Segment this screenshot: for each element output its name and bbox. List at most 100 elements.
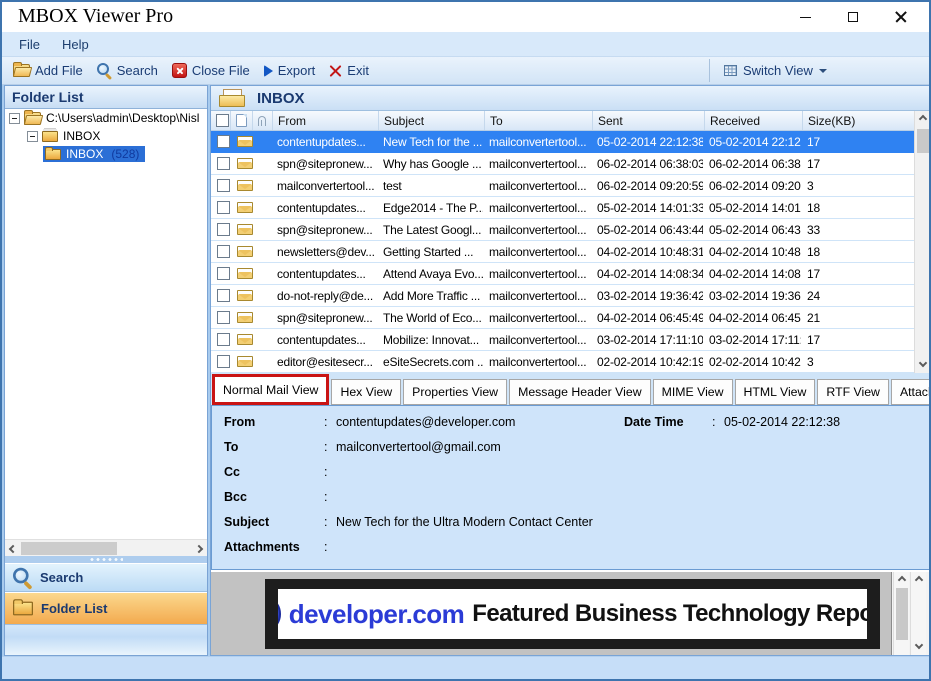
scroll-down-arrow[interactable] <box>915 357 931 373</box>
cell-sent: 05-02-2014 06:43:44 <box>591 219 703 240</box>
tab-attachments[interactable]: Attachments <box>891 379 931 405</box>
open-envelope-icon <box>237 356 253 367</box>
mail-list-scrollbar[interactable] <box>914 111 930 373</box>
column-header-from[interactable]: From <box>273 111 379 130</box>
tab-message-header-view[interactable]: Message Header View <box>509 379 651 405</box>
menu-item-help[interactable]: Help <box>51 35 100 54</box>
tree-item-inbox[interactable]: INBOX(528) <box>5 145 207 163</box>
column-header-to[interactable]: To <box>485 111 593 130</box>
mail-row[interactable]: spn@sitepronew...Why has Google ...mailc… <box>211 153 914 175</box>
tab-mime-view[interactable]: MIME View <box>653 379 733 405</box>
tree-horizontal-scrollbar[interactable] <box>5 539 207 556</box>
cell-subject: Mobilize: Innovat... <box>377 329 483 350</box>
tab-properties-view[interactable]: Properties View <box>403 379 507 405</box>
body-inner-scrollbar[interactable] <box>893 572 909 655</box>
row-checkbox[interactable] <box>217 201 230 214</box>
switch-view-button[interactable]: Switch View <box>716 57 835 84</box>
tree-item-label: C:\Users\admin\Desktop\Nisl <box>46 111 199 125</box>
mail-row[interactable]: mailconvertertool...testmailconvertertoo… <box>211 175 914 197</box>
cell-to: mailconvertertool... <box>483 351 591 372</box>
toolbar-search-button[interactable]: Search <box>90 59 165 83</box>
tree-item-c-users-admin-desktop-nisl[interactable]: C:\Users\admin\Desktop\Nisl <box>5 109 207 127</box>
scroll-up-arrow[interactable] <box>911 572 927 588</box>
toolbar-add-file-button[interactable]: Add File <box>6 59 90 83</box>
row-checkbox[interactable] <box>217 267 230 280</box>
scroll-up-arrow[interactable] <box>894 572 910 588</box>
row-checkbox[interactable] <box>217 245 230 258</box>
row-checkbox[interactable] <box>217 135 230 148</box>
splitter-handle[interactable] <box>5 556 207 563</box>
scroll-thumb[interactable] <box>21 542 117 555</box>
body-outer-scrollbar[interactable] <box>910 572 926 655</box>
row-checkbox-cell <box>211 131 231 152</box>
mail-row[interactable]: contentupdates...Attend Avaya Evo...mail… <box>211 263 914 285</box>
column-header-sent[interactable]: Sent <box>593 111 705 130</box>
cell-sent: 04-02-2014 14:08:34 <box>591 263 703 284</box>
mail-row[interactable]: contentupdates...Edge2014 - The P...mail… <box>211 197 914 219</box>
nav-search-button[interactable]: Search <box>5 563 207 592</box>
maximize-button[interactable] <box>829 2 877 32</box>
select-all-checkbox[interactable] <box>216 114 229 127</box>
mail-row[interactable]: spn@sitepronew...The Latest Googl...mail… <box>211 219 914 241</box>
field-to: To:mailconvertertool@gmail.com <box>224 440 929 465</box>
mail-row[interactable]: do-not-reply@de...Add More Traffic ...ma… <box>211 285 914 307</box>
developer-banner[interactable]: d developer.com Featured Business Techno… <box>265 579 880 649</box>
scroll-up-arrow[interactable] <box>915 111 931 127</box>
tree-item-inbox[interactable]: INBOX <box>5 127 207 145</box>
cell-size: 17 <box>801 153 914 174</box>
open-envelope-icon <box>237 312 253 323</box>
tab-hex-view[interactable]: Hex View <box>331 379 401 405</box>
tab-normal-mail-view[interactable]: Normal Mail View <box>212 374 329 405</box>
paperclip-icon <box>258 116 266 126</box>
toolbar-export-button[interactable]: Export <box>257 59 323 83</box>
mail-row[interactable]: newsletters@dev...Getting Started ...mai… <box>211 241 914 263</box>
toolbar-export-label: Export <box>278 63 316 78</box>
toolbar-exit-label: Exit <box>347 63 369 78</box>
cell-to: mailconvertertool... <box>483 241 591 262</box>
cell-received: 06-02-2014 06:38:... <box>703 153 801 174</box>
column-header-subject[interactable]: Subject <box>379 111 485 130</box>
scroll-left-arrow[interactable] <box>5 540 21 557</box>
nav-folder-list-button[interactable]: Folder List <box>5 592 207 625</box>
mail-row[interactable]: editor@esitesecr...eSiteSecrets.com ...m… <box>211 351 914 373</box>
main-area: Folder List C:\Users\admin\Desktop\Nisl I… <box>2 85 929 656</box>
row-icon-cell <box>231 285 271 306</box>
scroll-thumb[interactable] <box>896 588 908 640</box>
row-icon-cell <box>231 241 271 262</box>
column-header-received[interactable]: Received <box>705 111 803 130</box>
banner-content: d developer.com Featured Business Techno… <box>278 589 867 639</box>
close-button[interactable] <box>877 2 925 32</box>
cell-to: mailconvertertool... <box>483 307 591 328</box>
row-checkbox[interactable] <box>217 355 230 368</box>
scroll-down-arrow[interactable] <box>911 639 927 655</box>
date-time-field: Date Time : 05-02-2014 22:12:38 <box>624 415 840 429</box>
tab-rtf-view[interactable]: RTF View <box>817 379 889 405</box>
open-envelope-icon <box>237 158 253 169</box>
grid-icon <box>724 65 737 76</box>
mail-row[interactable]: contentupdates...Mobilize: Innovat...mai… <box>211 329 914 351</box>
collapse-toggle-icon[interactable] <box>9 113 20 124</box>
cell-subject: eSiteSecrets.com ... <box>377 351 483 372</box>
minimize-button[interactable] <box>781 2 829 32</box>
toolbar-exit-button[interactable]: Exit <box>322 59 376 83</box>
column-header-size-kb[interactable]: Size(KB) <box>803 111 916 130</box>
scroll-right-arrow[interactable] <box>191 540 207 557</box>
collapse-toggle-icon[interactable] <box>27 131 38 142</box>
cell-sent: 03-02-2014 17:11:10 <box>591 329 703 350</box>
row-checkbox[interactable] <box>217 311 230 324</box>
menu-item-file[interactable]: File <box>8 35 51 54</box>
row-checkbox[interactable] <box>217 223 230 236</box>
message-body-area: d developer.com Featured Business Techno… <box>211 572 930 655</box>
select-all-checkbox-cell[interactable] <box>211 111 231 130</box>
row-checkbox[interactable] <box>217 157 230 170</box>
mail-row[interactable]: spn@sitepronew...The World of Eco...mail… <box>211 307 914 329</box>
toolbar-close-file-button[interactable]: Close File <box>165 59 257 83</box>
tab-html-view[interactable]: HTML View <box>735 379 816 405</box>
scroll-thumb[interactable] <box>917 129 929 153</box>
row-checkbox[interactable] <box>217 333 230 346</box>
row-checkbox[interactable] <box>217 179 230 192</box>
cell-from: contentupdates... <box>271 197 377 218</box>
folder-icon <box>45 149 61 160</box>
mail-row[interactable]: contentupdates...New Tech for the ...mai… <box>211 131 914 153</box>
row-checkbox[interactable] <box>217 289 230 302</box>
